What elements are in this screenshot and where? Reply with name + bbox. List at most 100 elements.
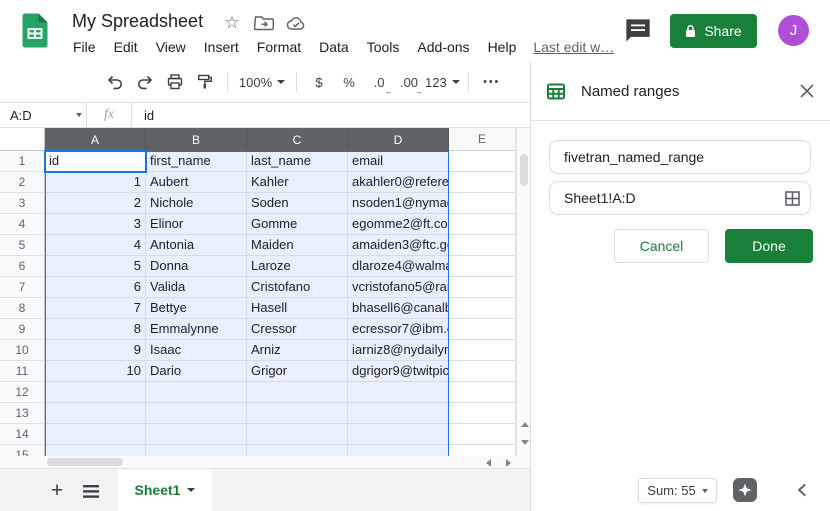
row-header-7[interactable]: 7 (0, 277, 45, 298)
scroll-left-icon[interactable] (486, 459, 491, 467)
cell-C7[interactable]: Cristofano (247, 277, 348, 298)
cell-C4[interactable]: Gomme (247, 214, 348, 235)
cell-E4[interactable] (449, 214, 516, 235)
cell-D6[interactable]: dlaroze4@walmart.com (348, 256, 449, 277)
cell-D1[interactable]: email (348, 151, 449, 172)
cell-B8[interactable]: Bettye (146, 298, 247, 319)
cell-E14[interactable] (449, 424, 516, 445)
range-name-input[interactable] (549, 140, 811, 174)
cell-C12[interactable] (247, 382, 348, 403)
row-header-8[interactable]: 8 (0, 298, 45, 319)
cell-D5[interactable]: amaiden3@ftc.gov (348, 235, 449, 256)
cell-A5[interactable]: 4 (45, 235, 146, 256)
cell-E12[interactable] (449, 382, 516, 403)
cell-D4[interactable]: egomme2@ft.com (348, 214, 449, 235)
cell-D2[interactable]: akahler0@reference.com (348, 172, 449, 193)
menu-format[interactable]: Format (248, 39, 310, 55)
cell-C6[interactable]: Laroze (247, 256, 348, 277)
undo-button[interactable] (101, 69, 129, 95)
chevron-left-icon[interactable] (793, 480, 813, 500)
scroll-down-icon[interactable] (521, 440, 529, 445)
cell-A1[interactable]: id (45, 151, 146, 172)
cell-A2[interactable]: 1 (45, 172, 146, 193)
zoom-select[interactable]: 100% (236, 69, 288, 95)
cell-D11[interactable]: dgrigor9@twitpic.com (348, 361, 449, 382)
row-header-15[interactable]: 15 (0, 445, 45, 456)
cloud-saved-icon[interactable] (286, 13, 306, 33)
increase-decimal-button[interactable]: .00→ (395, 69, 423, 95)
cell-E9[interactable] (449, 319, 516, 340)
cell-D7[interactable]: vcristofano5@rambler.ru (348, 277, 449, 298)
cell-A4[interactable]: 3 (45, 214, 146, 235)
cell-E11[interactable] (449, 361, 516, 382)
cell-E6[interactable] (449, 256, 516, 277)
cell-A9[interactable]: 8 (45, 319, 146, 340)
menu-help[interactable]: Help (479, 39, 526, 55)
cell-C2[interactable]: Kahler (247, 172, 348, 193)
column-header-A[interactable]: A (45, 128, 146, 151)
redo-button[interactable] (131, 69, 159, 95)
cell-B12[interactable] (146, 382, 247, 403)
cell-A7[interactable]: 6 (45, 277, 146, 298)
cell-B3[interactable]: Nichole (146, 193, 247, 214)
menu-view[interactable]: View (147, 39, 195, 55)
vertical-scrollbar-thumb[interactable] (520, 154, 528, 186)
decrease-decimal-button[interactable]: .0← (365, 69, 393, 95)
row-header-1[interactable]: 1 (0, 151, 45, 172)
cell-C11[interactable]: Grigor (247, 361, 348, 382)
cell-D9[interactable]: ecressor7@ibm.com (348, 319, 449, 340)
cell-D8[interactable]: bhasell6@canalblog.com (348, 298, 449, 319)
cell-E15[interactable] (449, 445, 516, 456)
cell-E1[interactable] (449, 151, 516, 172)
cell-C5[interactable]: Maiden (247, 235, 348, 256)
column-header-D[interactable]: D (348, 128, 449, 151)
cell-C8[interactable]: Hasell (247, 298, 348, 319)
menu-file[interactable]: File (64, 39, 105, 55)
cell-B7[interactable]: Valida (146, 277, 247, 298)
cancel-button[interactable]: Cancel (614, 229, 709, 263)
formula-input[interactable]: id (132, 108, 154, 123)
share-button[interactable]: Share (670, 14, 757, 48)
cell-E5[interactable] (449, 235, 516, 256)
column-header-E[interactable]: E (449, 128, 516, 151)
cell-B5[interactable]: Antonia (146, 235, 247, 256)
cell-C13[interactable] (247, 403, 348, 424)
menu-data[interactable]: Data (310, 39, 358, 55)
cell-B4[interactable]: Elinor (146, 214, 247, 235)
row-header-10[interactable]: 10 (0, 340, 45, 361)
cell-E13[interactable] (449, 403, 516, 424)
sheet-tab-sheet1[interactable]: Sheet1 (118, 469, 212, 511)
cell-A6[interactable]: 5 (45, 256, 146, 277)
done-button[interactable]: Done (725, 229, 813, 263)
print-button[interactable] (161, 69, 189, 95)
cell-B15[interactable] (146, 445, 247, 456)
move-folder-icon[interactable] (254, 13, 274, 33)
scroll-up-icon[interactable] (521, 422, 529, 427)
row-header-13[interactable]: 13 (0, 403, 45, 424)
cell-D10[interactable]: iarniz8@nydailynews.com (348, 340, 449, 361)
close-icon[interactable] (800, 84, 814, 98)
cell-E10[interactable] (449, 340, 516, 361)
cell-B9[interactable]: Emmalynne (146, 319, 247, 340)
cell-B13[interactable] (146, 403, 247, 424)
cell-E2[interactable] (449, 172, 516, 193)
menu-edit[interactable]: Edit (105, 39, 147, 55)
cell-E3[interactable] (449, 193, 516, 214)
comment-icon[interactable] (624, 18, 652, 44)
add-sheet-button[interactable]: + (44, 478, 70, 504)
last-edit-link[interactable]: Last edit w… (533, 39, 614, 55)
document-title[interactable]: My Spreadsheet (72, 11, 203, 32)
cell-D12[interactable] (348, 382, 449, 403)
cell-A11[interactable]: 10 (45, 361, 146, 382)
name-box[interactable]: A:D (0, 108, 86, 123)
row-header-4[interactable]: 4 (0, 214, 45, 235)
avatar[interactable]: J (778, 15, 809, 46)
sum-indicator[interactable]: Sum: 55 (638, 478, 717, 503)
cell-B6[interactable]: Donna (146, 256, 247, 277)
row-header-12[interactable]: 12 (0, 382, 45, 403)
row-header-14[interactable]: 14 (0, 424, 45, 445)
select-data-range-icon[interactable] (785, 191, 800, 206)
all-sheets-menu-icon[interactable] (78, 478, 104, 504)
menu-tools[interactable]: Tools (358, 39, 409, 55)
cell-A12[interactable] (45, 382, 146, 403)
